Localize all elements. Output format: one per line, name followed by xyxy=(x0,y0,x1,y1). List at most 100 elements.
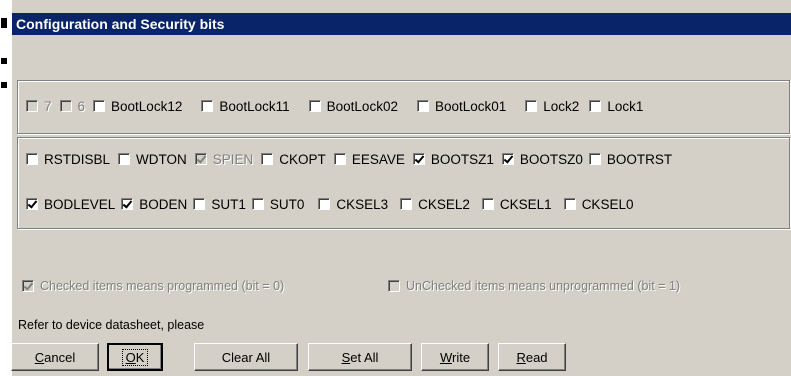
read-button-label: Read xyxy=(516,349,548,365)
checkbox-cksel1[interactable]: CKSEL1 xyxy=(481,196,552,212)
checkbox-cksel0[interactable]: CKSEL0 xyxy=(563,196,634,212)
checkbox-label: CKSEL1 xyxy=(499,196,552,212)
fuse-high-row: RSTDISBL WDTON SPIEN CKOPT EESAVE BOOTSZ1 BOOT… xyxy=(26,148,672,170)
read-button[interactable]: Read xyxy=(498,343,566,371)
checkbox-bootsz1[interactable]: BOOTSZ1 xyxy=(412,151,494,167)
checkbox-7: 7 xyxy=(26,99,52,114)
checkbox-label: SUT0 xyxy=(269,196,305,212)
clear-all-button[interactable]: Clear All xyxy=(194,343,298,371)
window-title-bar[interactable]: Configuration and Security bits xyxy=(12,13,791,35)
cancel-button[interactable]: Cancel xyxy=(11,343,99,371)
checkbox-box[interactable] xyxy=(318,198,331,210)
edge-mark xyxy=(1,82,7,88)
checkbox-spien: SPIEN xyxy=(194,152,253,167)
checkbox-label: SUT1 xyxy=(211,196,246,212)
checkbox-bootrst[interactable]: BOOTRST xyxy=(588,151,673,167)
checked-legend-checkbox xyxy=(22,280,34,292)
checkbox-box[interactable] xyxy=(589,100,602,112)
checkbox-box[interactable] xyxy=(501,153,514,165)
unchecked-legend-checkbox xyxy=(388,280,400,292)
checkbox-box[interactable] xyxy=(261,153,274,165)
checkbox-box[interactable] xyxy=(26,198,38,210)
write-button[interactable]: Write xyxy=(421,343,489,371)
checkbox-boden[interactable]: BODEN xyxy=(121,197,187,212)
checkbox-lock2[interactable]: Lock2 xyxy=(525,99,579,114)
checkbox-box[interactable] xyxy=(563,198,576,210)
checkbox-label: 7 xyxy=(44,98,52,114)
checkbox-box[interactable] xyxy=(412,153,425,165)
checkbox-box[interactable] xyxy=(251,198,264,210)
checkbox-bootlock02[interactable]: BootLock02 xyxy=(308,98,398,114)
checkbox-label: BootLock12 xyxy=(111,98,183,114)
checkbox-lock1[interactable]: Lock1 xyxy=(589,99,643,114)
checkbox-label: CKSEL2 xyxy=(418,196,470,212)
checkbox-bootsz0[interactable]: BOOTSZ0 xyxy=(501,151,583,167)
checkbox-label: BOOTRST xyxy=(606,151,673,167)
lock-bits-row: 7 6 BootLock12 BootLock11 BootLock02 BootLock… xyxy=(26,95,643,117)
unchecked-legend-text: UnChecked items means unprogrammed (bit … xyxy=(406,279,681,293)
checkbox-cksel2[interactable]: CKSEL2 xyxy=(400,197,470,212)
refer-datasheet-text: Refer to device datasheet, please xyxy=(18,318,205,332)
checkbox-box[interactable] xyxy=(416,100,429,112)
ok-button[interactable]: OK xyxy=(107,343,163,371)
checkbox-box xyxy=(194,153,207,165)
fuse-low-row: BODLEVEL BODEN SUT1 SUT0 CKSEL3 CKSEL2 CKSEL1 C… xyxy=(26,193,633,215)
checkbox-box[interactable] xyxy=(308,100,321,112)
checkbox-label: BODLEVEL xyxy=(44,196,116,212)
checkbox-box[interactable] xyxy=(400,198,413,210)
checkbox-box[interactable] xyxy=(121,198,134,210)
checkbox-label: Lock2 xyxy=(543,98,580,114)
checkbox-eesave[interactable]: EESAVE xyxy=(333,151,405,167)
checkbox-label: BootLock11 xyxy=(219,98,290,114)
checkbox-label: Lock1 xyxy=(607,98,644,114)
checkbox-bodlevel[interactable]: BODLEVEL xyxy=(26,197,115,212)
checkbox-label: BootLock02 xyxy=(326,98,398,114)
write-button-label: Write xyxy=(439,349,471,365)
edge-mark xyxy=(1,58,7,64)
checkbox-label: 6 xyxy=(77,98,86,114)
checkbox-box[interactable] xyxy=(193,198,206,210)
checkbox-bootlock11[interactable]: BootLock11 xyxy=(201,98,290,114)
checkbox-label: BOOTSZ0 xyxy=(519,151,583,167)
checkbox-sut1[interactable]: SUT1 xyxy=(193,197,246,212)
checkbox-label: BootLock01 xyxy=(434,98,507,114)
checkbox-label: EESAVE xyxy=(351,151,405,167)
checkbox-label: CKSEL3 xyxy=(336,196,389,212)
set-all-button-label: Set All xyxy=(341,349,379,365)
checkbox-label: CKOPT xyxy=(279,151,326,167)
checkbox-box xyxy=(59,100,72,112)
cancel-button-label: Cancel xyxy=(34,349,76,365)
checkbox-rstdisbl[interactable]: RSTDISBL xyxy=(26,152,110,167)
checkbox-label: BODEN xyxy=(139,196,188,212)
checkbox-box[interactable] xyxy=(26,153,38,165)
checkbox-cksel3[interactable]: CKSEL3 xyxy=(318,197,388,212)
checkbox-label: BOOTSZ1 xyxy=(430,151,494,167)
left-edge-strip xyxy=(0,0,12,376)
checkbox-box[interactable] xyxy=(525,100,538,112)
lock-bits-group: 7 6 BootLock12 BootLock11 BootLock02 BootLock… xyxy=(17,80,790,134)
clear-all-button-label: Clear All xyxy=(221,349,271,365)
checkbox-ckopt[interactable]: CKOPT xyxy=(261,152,326,167)
checked-legend-text: Checked items means programmed (bit = 0) xyxy=(40,279,285,293)
checked-legend: Checked items means programmed (bit = 0) xyxy=(22,279,284,293)
checkbox-bootlock01[interactable]: BootLock01 xyxy=(416,98,507,114)
checkbox-label: WDTON xyxy=(136,151,187,167)
checkbox-label: CKSEL0 xyxy=(581,196,634,212)
checkbox-box[interactable] xyxy=(93,100,106,112)
checkbox-box[interactable] xyxy=(481,198,494,210)
checkbox-label: RSTDISBL xyxy=(44,151,111,167)
unchecked-legend: UnChecked items means unprogrammed (bit … xyxy=(388,279,680,293)
ok-button-label: OK xyxy=(121,348,149,366)
checkbox-6: 6 xyxy=(59,98,86,114)
checkbox-wdton[interactable]: WDTON xyxy=(118,152,187,167)
checkbox-box[interactable] xyxy=(118,153,131,165)
window-title: Configuration and Security bits xyxy=(16,16,225,32)
checkbox-box[interactable] xyxy=(588,153,601,165)
edge-mark xyxy=(1,18,7,28)
checkbox-box xyxy=(26,100,38,112)
checkbox-box[interactable] xyxy=(333,153,346,165)
set-all-button[interactable]: Set All xyxy=(308,343,412,371)
checkbox-box[interactable] xyxy=(201,100,214,112)
checkbox-sut0[interactable]: SUT0 xyxy=(251,196,305,212)
checkbox-bootlock12[interactable]: BootLock12 xyxy=(93,99,182,114)
